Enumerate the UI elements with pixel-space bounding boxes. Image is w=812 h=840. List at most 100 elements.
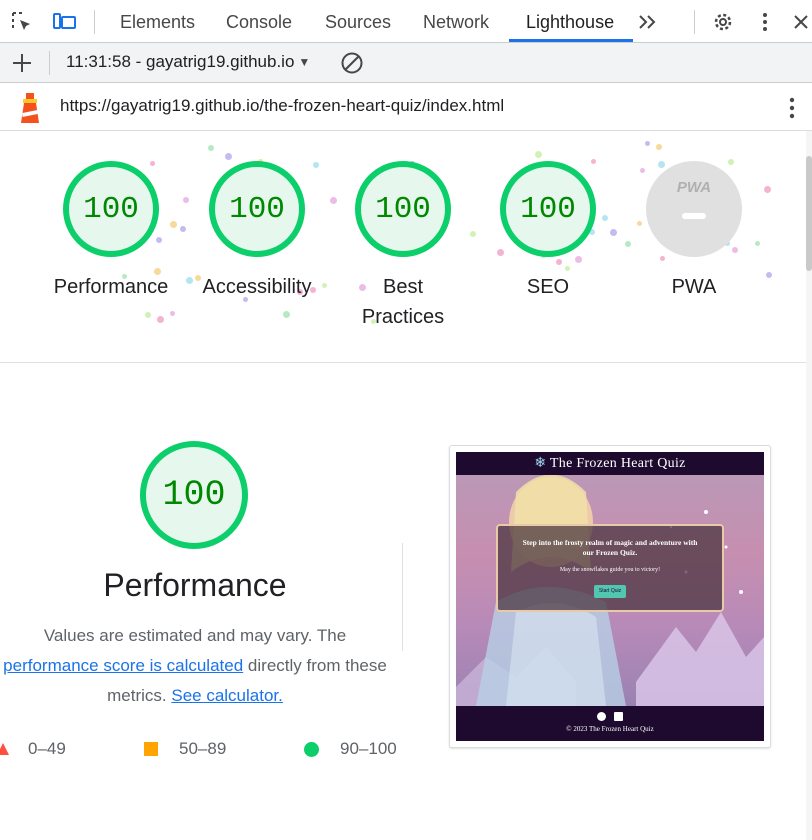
triangle-icon — [0, 743, 9, 755]
confetti-dot — [556, 259, 562, 265]
confetti-dot — [183, 197, 189, 203]
screenshot-intro-card: Step into the frosty realm of magic and … — [496, 524, 724, 612]
confetti-dot — [170, 221, 177, 228]
confetti-dot — [728, 159, 734, 165]
score-label-performance: Performance — [53, 276, 169, 298]
gear-icon[interactable] — [709, 8, 737, 36]
confetti-dot — [591, 159, 596, 164]
device-toolbar-icon[interactable] — [51, 8, 79, 36]
performance-description-text: Values are estimated and may vary. The — [43, 626, 347, 645]
kebab-menu-icon[interactable] — [789, 96, 795, 120]
score-gauge-seo[interactable]: 100 — [500, 161, 596, 257]
screenshot-start-quiz-button: Start Quiz — [594, 585, 626, 598]
page-screenshot: ❄ The Frozen Heart Quiz Step into the fr… — [456, 452, 764, 741]
report-selector[interactable]: 11:31:58 - gayatrig19.github.io ▼ — [66, 52, 310, 72]
section-vertical-divider — [402, 543, 403, 651]
performance-score-link[interactable]: performance score is calculated — [3, 656, 243, 675]
tab-lighthouse[interactable]: Lighthouse — [526, 0, 614, 43]
confetti-dot — [755, 241, 760, 246]
report-selector-value: 11:31:58 - gayatrig19.github.io — [66, 52, 295, 71]
confetti-dot — [764, 186, 771, 193]
report-toolbar: 11:31:58 - gayatrig19.github.io ▼ — [0, 43, 812, 83]
confetti-dot — [330, 197, 337, 204]
confetti-dot — [640, 168, 645, 173]
confetti-dot — [145, 312, 151, 318]
score-gauge-best-practices[interactable]: 100 — [355, 161, 451, 257]
linkedin-icon — [614, 712, 623, 721]
confetti-dot — [470, 231, 476, 237]
score-label-line: Practices — [361, 306, 445, 328]
devtools-tabbar: Elements Console Sources Network Lightho… — [0, 0, 812, 43]
see-calculator-link[interactable]: See calculator. — [171, 686, 283, 705]
confetti-dot — [658, 161, 665, 168]
kebab-menu-icon[interactable] — [751, 8, 779, 36]
screenshot-site-title: The Frozen Heart Quiz — [549, 456, 686, 471]
performance-description: Values are estimated and may vary. The p… — [0, 621, 400, 711]
legend-fail-label: 0–49 — [28, 739, 66, 758]
confetti-dot — [157, 316, 164, 323]
screenshot-site-header: ❄ The Frozen Heart Quiz — [456, 452, 764, 475]
toolbar-divider — [694, 10, 695, 34]
lighthouse-report: 100 Performance 100 Accessibility 100 Be… — [0, 131, 812, 840]
screenshot-site-footer: © 2023 The Frozen Heart Quiz — [456, 706, 764, 741]
confetti-dot — [497, 249, 504, 256]
confetti-dot — [170, 311, 175, 316]
legend-pass-label: 90–100 — [340, 739, 397, 758]
final-screenshot-thumbnail[interactable]: ❄ The Frozen Heart Quiz Step into the fr… — [449, 445, 771, 748]
score-label-line: Best — [382, 276, 424, 298]
confetti-dot — [645, 141, 650, 146]
square-icon — [144, 742, 158, 756]
tab-network[interactable]: Network — [423, 0, 489, 43]
vertical-scrollbar[interactable] — [806, 131, 812, 840]
snowflake-icon: ❄ — [534, 456, 547, 471]
confetti-dot — [575, 256, 582, 263]
screenshot-intro-subtext: May the snowflakes guide you to victory! — [559, 567, 661, 573]
confetti-dot — [625, 241, 631, 247]
performance-score-gauge: 100 — [140, 441, 248, 549]
score-label-best-practices: Best Practices — [328, 272, 478, 332]
confetti-dot — [208, 145, 214, 151]
score-label-accessibility: Accessibility — [202, 276, 312, 298]
confetti-dot — [313, 162, 319, 168]
active-tab-indicator — [509, 39, 633, 42]
confetti-dot — [637, 221, 642, 226]
score-gauge-performance[interactable]: 100 — [63, 161, 159, 257]
screenshot-footer-text: © 2023 The Frozen Heart Quiz — [566, 725, 654, 733]
confetti-dot — [150, 161, 155, 166]
close-icon[interactable] — [787, 8, 812, 36]
confetti-dot — [180, 226, 186, 232]
plus-icon[interactable] — [10, 51, 34, 75]
confetti-dot — [660, 256, 665, 261]
score-gauge-accessibility[interactable]: 100 — [209, 161, 305, 257]
screenshot-intro-line: our Frozen Quiz. — [582, 548, 638, 557]
confetti-dot — [656, 144, 662, 150]
report-url[interactable]: https://gayatrig19.github.io/the-frozen-… — [60, 96, 504, 116]
report-url-bar: https://gayatrig19.github.io/the-frozen-… — [0, 83, 812, 131]
scrollbar-thumb[interactable] — [806, 156, 812, 271]
inspect-element-icon[interactable] — [8, 8, 36, 36]
toolbar-divider — [94, 10, 95, 34]
pwa-badge-text: PWA — [676, 179, 712, 196]
screenshot-intro-line: Step into the frosty realm of magic and … — [522, 538, 698, 547]
toolbar-divider — [49, 51, 50, 75]
caret-down-icon: ▼ — [298, 55, 311, 69]
tab-sources[interactable]: Sources — [325, 0, 391, 43]
chevrons-right-icon[interactable] — [634, 8, 662, 36]
confetti-dot — [610, 229, 617, 236]
pwa-badge-bar — [682, 213, 706, 219]
performance-title: Performance — [103, 567, 287, 603]
block-icon[interactable] — [340, 51, 364, 75]
confetti-dot — [565, 266, 570, 271]
tab-console[interactable]: Console — [226, 0, 292, 43]
github-icon — [597, 712, 606, 721]
pwa-badge-icon[interactable]: PWA — [646, 161, 742, 257]
legend-average-label: 50–89 — [179, 739, 227, 758]
section-divider — [0, 362, 812, 363]
tab-elements[interactable]: Elements — [120, 0, 195, 43]
confetti-dot — [283, 311, 290, 318]
confetti-dot — [602, 215, 608, 221]
confetti-dot — [732, 247, 738, 253]
score-label-pwa: PWA — [671, 276, 717, 298]
confetti-dot — [225, 153, 232, 160]
screenshot-intro-text: Step into the frosty realm of magic and … — [498, 538, 722, 558]
